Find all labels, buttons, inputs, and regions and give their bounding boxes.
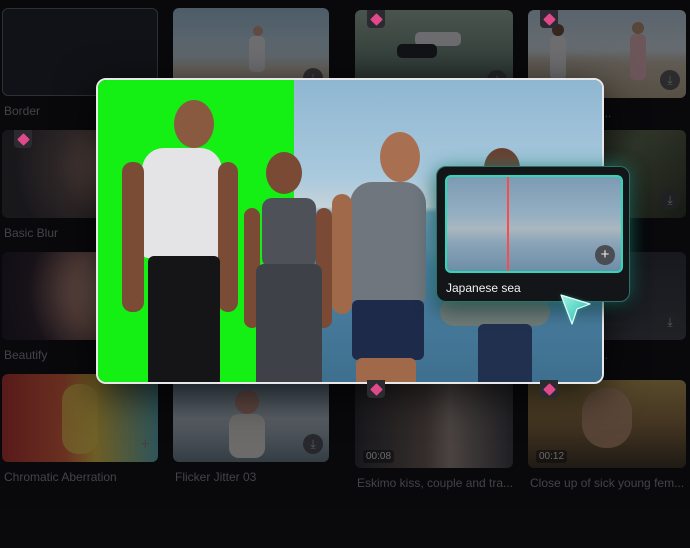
- gem-icon: [367, 380, 385, 398]
- tile-label: Chromatic Aberration: [4, 470, 117, 484]
- clip-title: Japanese sea: [446, 281, 521, 295]
- clip-thumbnail[interactable]: +: [445, 175, 623, 273]
- gem-icon: [367, 10, 385, 28]
- tile-label: Flicker Jitter 03: [175, 470, 257, 484]
- download-icon[interactable]: ⤓: [303, 434, 323, 454]
- background-clip-card[interactable]: + Japanese sea: [436, 166, 630, 302]
- download-icon[interactable]: ⤓: [660, 312, 680, 332]
- gem-icon: [14, 130, 32, 148]
- duration-badge: 00:08: [363, 450, 395, 463]
- add-button[interactable]: +: [595, 245, 615, 265]
- gem-icon: [540, 380, 558, 398]
- person-man-right: [330, 132, 440, 382]
- gem-icon: [540, 10, 558, 28]
- pointer-cursor-icon: [560, 294, 591, 325]
- duration-badge: 00:12: [536, 450, 568, 463]
- download-icon[interactable]: ⤓: [660, 70, 680, 90]
- tile-label: Close up of sick young fem...: [530, 476, 685, 490]
- person-woman-left: [240, 152, 336, 382]
- tile-label: Eskimo kiss, couple and tra...: [357, 476, 514, 490]
- plus-icon[interactable]: +: [141, 436, 150, 454]
- tile-thumbnail: [2, 374, 158, 462]
- download-icon[interactable]: ⤓: [660, 190, 680, 210]
- person-man-left: [120, 100, 238, 382]
- playhead-line[interactable]: [507, 177, 509, 271]
